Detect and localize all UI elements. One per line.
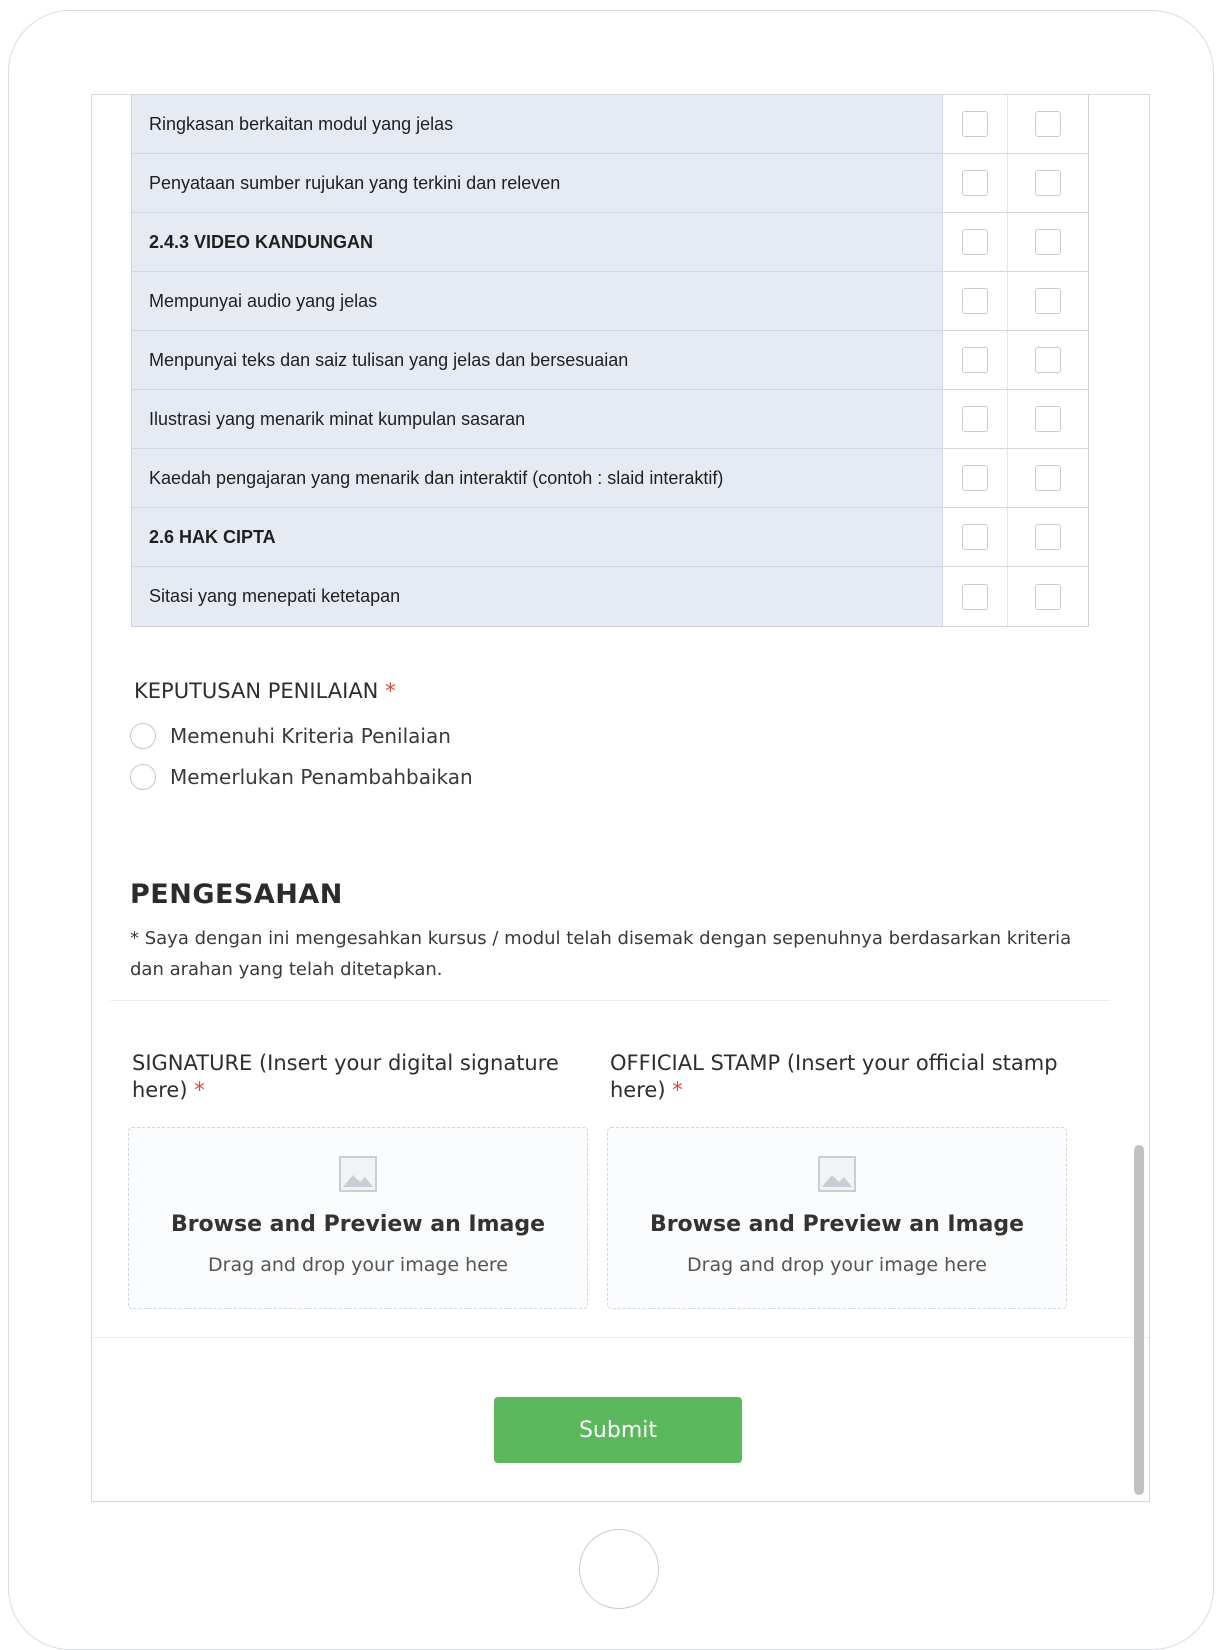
matrix-checkbox[interactable] (962, 406, 988, 432)
dropzone-subtitle: Drag and drop your image here (208, 1254, 508, 1276)
matrix-cell (1008, 390, 1088, 448)
image-icon (339, 1156, 377, 1192)
matrix-cell (1008, 449, 1088, 507)
matrix-checkbox[interactable] (1035, 347, 1061, 373)
matrix-cell (1008, 272, 1088, 330)
matrix-cell (1008, 508, 1088, 566)
matrix-row-label: Penyataan sumber rujukan yang terkini da… (132, 154, 943, 212)
matrix-cell (943, 390, 1008, 448)
matrix-row-label: 2.4.3 VIDEO KANDUNGAN (132, 213, 943, 271)
matrix-row: Ringkasan berkaitan modul yang jelas (132, 95, 1088, 154)
matrix-row: 2.6 HAK CIPTA (132, 508, 1088, 567)
matrix-row: Mempunyai audio yang jelas (132, 272, 1088, 331)
matrix-cell (943, 449, 1008, 507)
matrix-checkbox[interactable] (962, 465, 988, 491)
matrix-row: Sitasi yang menepati ketetapan (132, 567, 1088, 626)
matrix-checkbox[interactable] (962, 583, 988, 610)
evaluation-matrix: Ringkasan berkaitan modul yang jelas Peny… (131, 95, 1089, 627)
dropzone-title: Browse and Preview an Image (170, 1212, 546, 1237)
matrix-cell (943, 508, 1008, 566)
required-mark: * (385, 679, 396, 703)
dropzone-title: Browse and Preview an Image (649, 1212, 1025, 1237)
radio-label: Memerlukan Penambahbaikan (170, 765, 473, 789)
matrix-checkbox[interactable] (1035, 583, 1061, 610)
matrix-checkbox[interactable] (1035, 524, 1061, 550)
divider (92, 1337, 1149, 1338)
matrix-row-label: Ilustrasi yang menarik minat kumpulan sa… (132, 390, 943, 448)
matrix-checkbox[interactable] (962, 288, 988, 314)
matrix-checkbox[interactable] (1035, 111, 1061, 137)
matrix-checkbox[interactable] (962, 229, 988, 255)
matrix-cell (1008, 213, 1088, 271)
matrix-cell (1008, 95, 1088, 153)
matrix-row: 2.4.3 VIDEO KANDUNGAN (132, 213, 1088, 272)
signature-dropzone[interactable]: Browse and Preview an Image Drag and dro… (128, 1127, 588, 1309)
pengesahan-title: PENGESAHAN (130, 879, 343, 910)
matrix-cell (943, 95, 1008, 153)
required-mark: * (194, 1078, 205, 1102)
matrix-checkbox[interactable] (1035, 229, 1061, 255)
image-icon (818, 1156, 856, 1192)
matrix-row-label: Menpunyai teks dan saiz tulisan yang jel… (132, 331, 943, 389)
decision-label-text: KEPUTUSAN PENILAIAN (134, 679, 379, 703)
home-button[interactable] (579, 1529, 659, 1609)
matrix-cell (943, 154, 1008, 212)
stamp-dropzone[interactable]: Browse and Preview an Image Drag and dro… (607, 1127, 1067, 1309)
matrix-checkbox[interactable] (1035, 288, 1061, 314)
matrix-cell (943, 331, 1008, 389)
signature-label: SIGNATURE (Insert your digital signature… (132, 1050, 572, 1104)
stamp-label: OFFICIAL STAMP (Insert your official sta… (610, 1050, 1070, 1104)
matrix-row: Penyataan sumber rujukan yang terkini da… (132, 154, 1088, 213)
matrix-row: Menpunyai teks dan saiz tulisan yang jel… (132, 331, 1088, 390)
radio-button[interactable] (130, 764, 156, 790)
pengesahan-text: * Saya dengan ini mengesahkan kursus / m… (130, 928, 1072, 980)
form-screen: Ringkasan berkaitan modul yang jelas Peny… (91, 94, 1150, 1502)
matrix-cell (943, 567, 1008, 626)
decision-label: KEPUTUSAN PENILAIAN * (134, 679, 396, 703)
matrix-checkbox[interactable] (1035, 406, 1061, 432)
radio-memerlukan[interactable]: Memerlukan Penambahbaikan (130, 764, 473, 790)
radio-label: Memenuhi Kriteria Penilaian (170, 724, 451, 748)
matrix-row-label: 2.6 HAK CIPTA (132, 508, 943, 566)
matrix-checkbox[interactable] (962, 347, 988, 373)
matrix-checkbox[interactable] (1035, 170, 1061, 196)
matrix-cell (943, 272, 1008, 330)
matrix-row-label: Mempunyai audio yang jelas (132, 272, 943, 330)
required-mark: * (672, 1078, 683, 1102)
dropzone-subtitle: Drag and drop your image here (687, 1254, 987, 1276)
matrix-cell (1008, 154, 1088, 212)
matrix-row-label: Ringkasan berkaitan modul yang jelas (132, 95, 943, 153)
submit-button[interactable]: Submit (494, 1397, 742, 1463)
radio-button[interactable] (130, 723, 156, 749)
matrix-checkbox[interactable] (962, 111, 988, 137)
matrix-row: Kaedah pengajaran yang menarik dan inter… (132, 449, 1088, 508)
matrix-cell (1008, 331, 1088, 389)
matrix-cell (1008, 567, 1088, 626)
matrix-checkbox[interactable] (1035, 465, 1061, 491)
divider (110, 1000, 1110, 1001)
matrix-row-label: Sitasi yang menepati ketetapan (132, 567, 943, 626)
matrix-row-label: Kaedah pengajaran yang menarik dan inter… (132, 449, 943, 507)
radio-memenuhi[interactable]: Memenuhi Kriteria Penilaian (130, 723, 451, 749)
matrix-row: Ilustrasi yang menarik minat kumpulan sa… (132, 390, 1088, 449)
scrollbar-thumb[interactable] (1134, 1145, 1144, 1495)
matrix-checkbox[interactable] (962, 524, 988, 550)
matrix-cell (943, 213, 1008, 271)
matrix-checkbox[interactable] (962, 170, 988, 196)
